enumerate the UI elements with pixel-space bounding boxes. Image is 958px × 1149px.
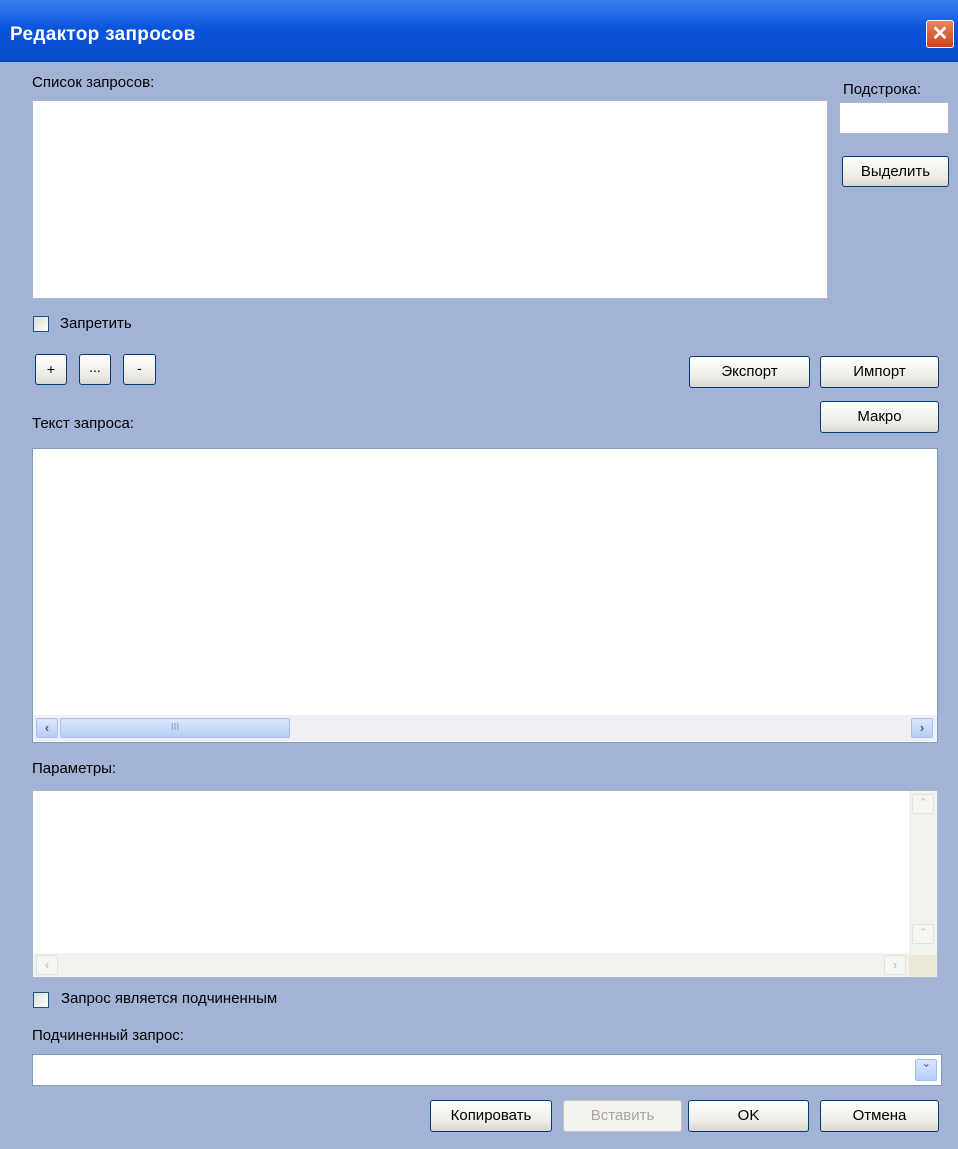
params-hscrollbar[interactable]: ‹ › [33, 953, 909, 977]
chevron-down-icon: ˇ [920, 926, 926, 941]
params-label: Параметры: [32, 760, 117, 777]
close-button[interactable]: ✕ [926, 20, 954, 48]
macro-button[interactable]: Макро [820, 401, 939, 433]
scroll-thumb[interactable]: III [60, 718, 290, 738]
subordinate-query-label: Подчиненный запрос: [32, 1027, 184, 1044]
window-title: Редактор запросов [10, 24, 196, 45]
subordinate-query-select[interactable]: ˇ [32, 1054, 942, 1086]
ok-button[interactable]: OK [688, 1100, 809, 1132]
scroll-down-button[interactable]: ˇ [912, 924, 934, 944]
export-button[interactable]: Экспорт [689, 356, 810, 388]
dropdown-button[interactable]: ˇ [915, 1059, 937, 1081]
chevron-left-icon: ‹ [44, 720, 50, 735]
query-text-label: Текст запроса: [32, 415, 134, 432]
subordinate-label: Запрос является подчиненным [61, 990, 278, 1007]
edit-query-button[interactable]: ... [79, 354, 111, 385]
forbid-label: Запретить [60, 315, 132, 332]
subordinate-checkbox[interactable] [33, 992, 49, 1008]
paste-button[interactable]: Вставить [563, 1100, 682, 1132]
cancel-button[interactable]: Отмена [820, 1100, 939, 1132]
substring-input[interactable] [839, 102, 949, 134]
close-icon: ✕ [931, 23, 949, 45]
copy-button[interactable]: Копировать [430, 1100, 552, 1132]
params-vscrollbar[interactable]: ˆ ˇ [909, 791, 937, 955]
import-button[interactable]: Импорт [820, 356, 939, 388]
query-text-editor[interactable]: ‹ III › [32, 448, 938, 743]
chevron-down-icon: ˇ [923, 1062, 929, 1077]
chevron-left-icon: ‹ [44, 957, 50, 972]
chevron-up-icon: ˆ [920, 796, 926, 811]
scroll-right-button[interactable]: › [911, 718, 933, 738]
add-query-button[interactable]: + [35, 354, 67, 385]
forbid-checkbox[interactable] [33, 316, 49, 332]
substring-label: Подстрока: [843, 81, 922, 98]
scroll-up-button[interactable]: ˆ [912, 794, 934, 814]
query-list-label: Список запросов: [32, 74, 155, 91]
scroll-right-button[interactable]: › [884, 955, 906, 975]
scroll-left-button[interactable]: ‹ [36, 955, 58, 975]
scroll-grip: III [170, 722, 180, 733]
scroll-left-button[interactable]: ‹ [36, 718, 58, 738]
query-list[interactable] [32, 100, 828, 299]
chevron-right-icon: › [919, 720, 925, 735]
select-button[interactable]: Выделить [842, 156, 949, 187]
scroll-corner [909, 955, 937, 977]
query-editor-dialog: Редактор запросов ✕ Список запросов: Под… [0, 0, 958, 1149]
title-bar[interactable]: Редактор запросов ✕ [0, 0, 958, 62]
query-text-hscrollbar[interactable]: ‹ III › [33, 715, 937, 741]
chevron-right-icon: › [892, 957, 898, 972]
remove-query-button[interactable]: - [123, 354, 156, 385]
params-editor[interactable]: ˆ ˇ ‹ › [32, 790, 938, 978]
